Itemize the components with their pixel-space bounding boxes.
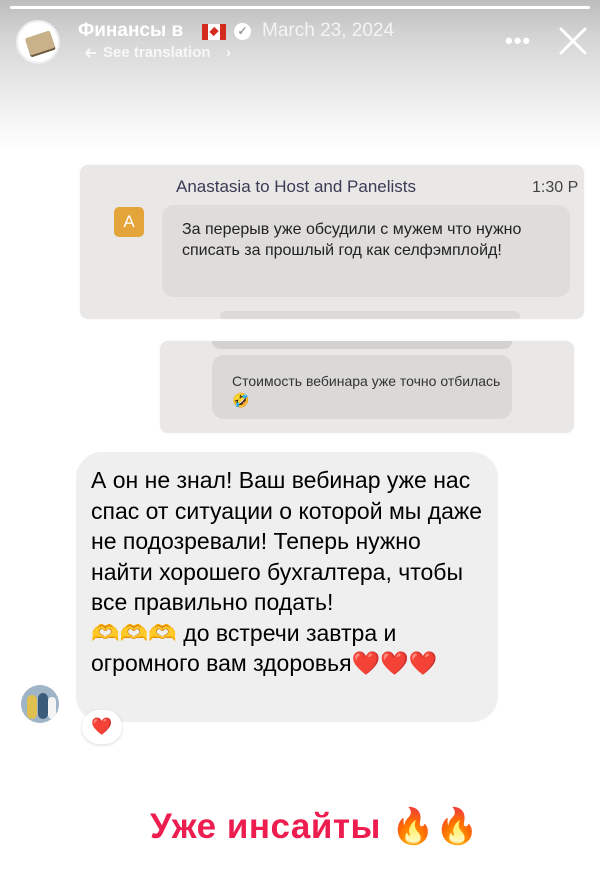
chat-message: За перерыв уже обсудили с мужем что нужн… [182, 221, 522, 259]
chat-screenshot-2: Стоимость вебинара уже точно отбилась🤣 [160, 341, 574, 433]
chat-message: Стоимость вебинара уже точно отбилась🤣 [232, 373, 501, 408]
account-avatar[interactable] [16, 20, 60, 64]
chat-header: Anastasia to Host and Panelists [176, 177, 417, 196]
more-icon[interactable]: ••• [505, 28, 531, 54]
chat-bubble-partial [212, 341, 512, 349]
chat-screenshot-1: Anastasia to Host and Panelists 1:30 P A… [80, 165, 584, 319]
see-translation-label: See translation [103, 44, 211, 61]
chat-bubble: За перерыв уже обсудили с мужем что нужн… [162, 205, 570, 297]
close-icon[interactable] [556, 24, 590, 58]
verified-badge-icon: ✓ [234, 23, 251, 40]
message-text: А он не знал! Ваш вебинар уже нас спас о… [91, 467, 483, 676]
chat-time: 1:30 P [532, 179, 579, 196]
user-avatar[interactable] [21, 685, 59, 723]
story-caption: Уже инсайты 🔥🔥 [150, 807, 480, 846]
chat-bubble-partial [220, 311, 520, 319]
canada-flag-icon [202, 24, 226, 40]
story-progress-fill [10, 6, 590, 9]
message-bubble[interactable]: А он не знал! Ваш вебинар уже нас спас о… [76, 452, 498, 722]
account-name[interactable]: Финансы в [78, 20, 183, 42]
story-header: Финансы в ✓ March 23, 2024 See translati… [0, 0, 600, 150]
chevron-right-icon: › [226, 44, 231, 61]
story-progress-bar [10, 6, 590, 9]
chat-bubble: Стоимость вебинара уже точно отбилась🤣 [212, 355, 512, 419]
sender-avatar: A [114, 207, 144, 237]
translate-icon [85, 48, 96, 58]
story-date: March 23, 2024 [262, 20, 395, 41]
heart-reaction[interactable]: ❤️ [82, 710, 122, 744]
